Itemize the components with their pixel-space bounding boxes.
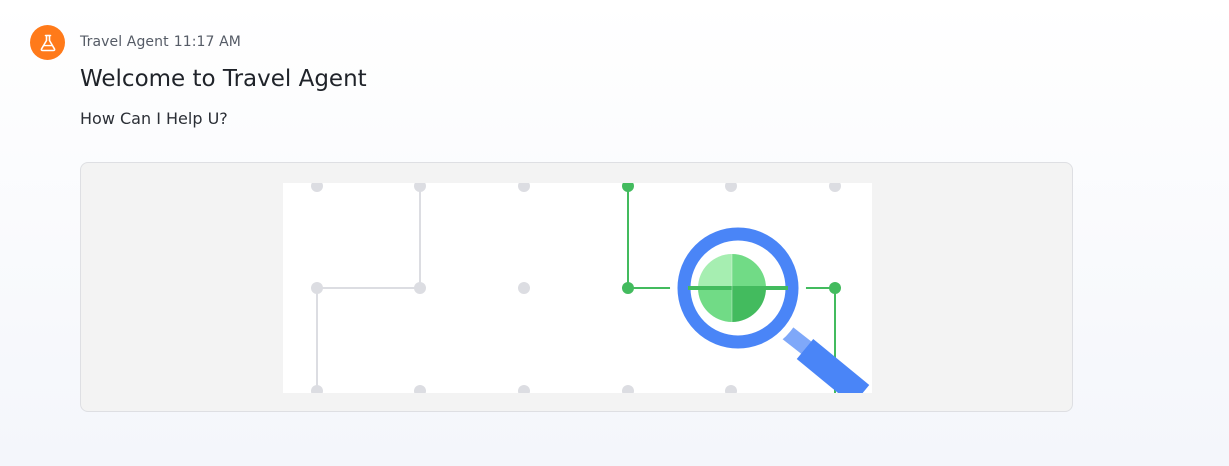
message-title: Welcome to Travel Agent (80, 66, 367, 92)
magnifying-glass-network-illustration (311, 183, 870, 393)
image-card (80, 162, 1073, 412)
illustration-frame (283, 183, 872, 393)
message-meta: Travel Agent 11:17 AM (80, 34, 241, 50)
avatar (30, 25, 65, 60)
flask-icon (40, 34, 55, 51)
sender-name: Travel Agent (80, 34, 169, 50)
message-time: 11:17 AM (173, 34, 241, 50)
message-body: How Can I Help U? (80, 109, 228, 128)
